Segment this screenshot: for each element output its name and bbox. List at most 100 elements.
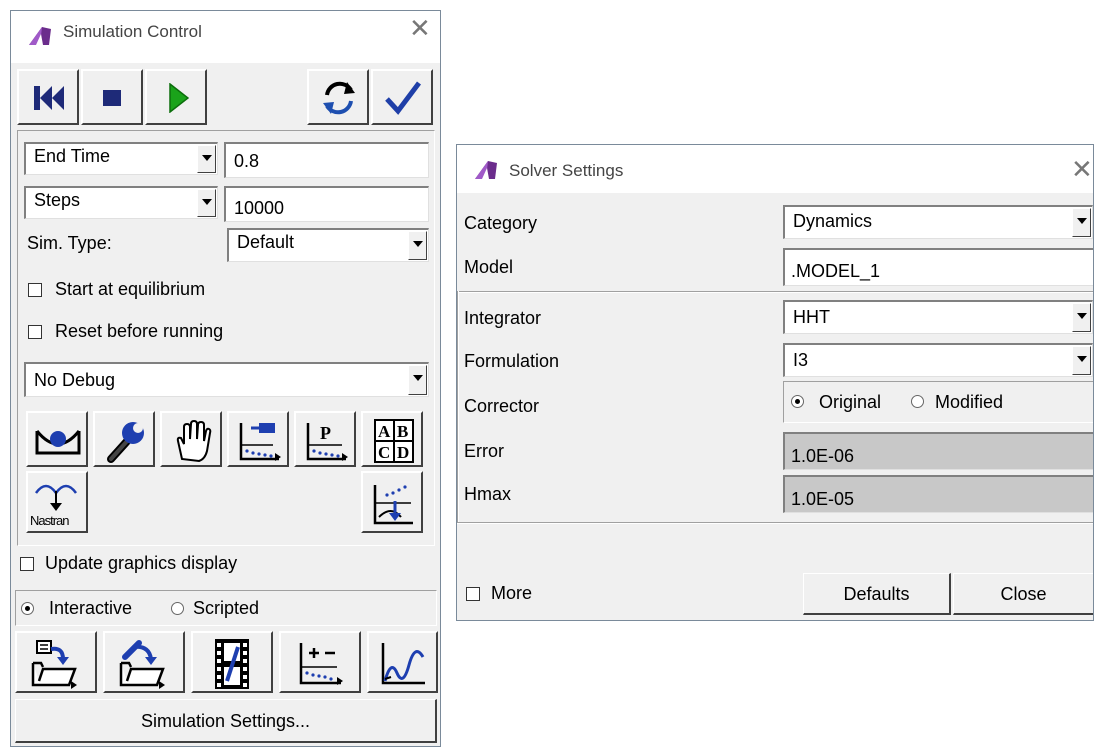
error-label: Error <box>464 441 504 461</box>
edit-script-icon <box>119 640 165 689</box>
sensor-plot-icon <box>239 423 281 461</box>
abcd-table-button[interactable]: A B C D <box>361 411 423 467</box>
abcd-letter-d: D <box>397 443 409 462</box>
sim-type-select[interactable]: Default <box>227 228 429 262</box>
measures-plot-button[interactable] <box>279 631 361 693</box>
play-button[interactable] <box>145 69 207 125</box>
reset-before-checkbox[interactable] <box>28 325 42 339</box>
interactive-radio[interactable] <box>21 602 34 615</box>
category-select[interactable]: Dynamics <box>783 205 1093 239</box>
model-label: Model <box>464 257 514 277</box>
corrector-modified-label[interactable]: Modified <box>935 392 1003 413</box>
postprocessor-plot-button[interactable] <box>367 631 438 693</box>
hmax-input[interactable]: 1.0E-05 <box>783 475 1093 513</box>
nastran-button[interactable]: Nastran <box>26 471 88 533</box>
simulation-settings-button[interactable]: Simulation Settings... <box>15 699 437 743</box>
integrator-select[interactable]: HHT <box>783 300 1093 334</box>
equilibrium-icon <box>35 430 81 455</box>
corrector-original-label[interactable]: Original <box>819 392 881 413</box>
abcd-letter-b: B <box>397 422 408 441</box>
stop-button[interactable] <box>81 69 143 125</box>
simulation-control-window: Simulation Control ✕ End Time 0.8 Steps … <box>10 10 441 747</box>
chevron-down-icon[interactable] <box>1072 303 1091 332</box>
nastran-icon <box>34 484 78 511</box>
ok-button[interactable] <box>371 69 433 125</box>
sim-type-label: Sim. Type: <box>27 233 112 253</box>
close-button[interactable]: Close <box>953 573 1093 615</box>
import-script-icon <box>31 640 77 689</box>
more-label[interactable]: More <box>491 583 532 604</box>
play-icon <box>169 83 189 113</box>
reset-icon <box>323 81 355 115</box>
chevron-down-icon[interactable] <box>197 145 216 173</box>
title-bar[interactable]: Simulation Control ✕ <box>11 11 440 63</box>
app-logo-icon <box>475 161 497 179</box>
edit-script-button[interactable] <box>103 631 185 693</box>
category-label: Category <box>464 213 538 233</box>
abcd-letter-c: C <box>378 443 390 462</box>
more-checkbox[interactable] <box>466 587 480 601</box>
update-graphics-checkbox[interactable] <box>20 557 34 571</box>
nastran-label: Nastran <box>30 513 70 528</box>
linear-plot-icon <box>373 485 413 525</box>
end-time-input[interactable]: 0.8 <box>224 142 429 178</box>
integrator-label: Integrator <box>464 308 542 328</box>
hand-icon <box>176 419 212 463</box>
parameter-plot-button[interactable]: P <box>294 411 356 467</box>
chevron-down-icon[interactable] <box>1072 346 1091 375</box>
equilibrium-button[interactable] <box>26 411 88 467</box>
animation-film-icon <box>215 639 249 689</box>
stop-icon <box>103 90 121 106</box>
chevron-down-icon[interactable] <box>408 231 427 260</box>
model-input[interactable]: .MODEL_1 <box>783 248 1093 286</box>
abcd-letter-a: A <box>378 422 391 441</box>
start-equilibrium-label[interactable]: Start at equilibrium <box>55 279 205 300</box>
interactive-label[interactable]: Interactive <box>49 598 132 619</box>
formulation-label: Formulation <box>464 351 560 371</box>
measures-plot-icon <box>299 643 343 685</box>
window-title: Solver Settings <box>509 161 624 180</box>
defaults-button[interactable]: Defaults <box>803 573 951 615</box>
wrench-button[interactable] <box>93 411 155 467</box>
start-equilibrium-checkbox[interactable] <box>28 283 42 297</box>
close-icon[interactable]: ✕ <box>1071 157 1093 183</box>
reset-button[interactable] <box>307 69 369 125</box>
chevron-down-icon[interactable] <box>408 365 427 395</box>
animation-button[interactable] <box>191 631 273 693</box>
end-time-select[interactable]: End Time <box>24 142 218 175</box>
scripted-radio[interactable] <box>171 602 184 615</box>
wrench-icon <box>107 422 144 463</box>
sensor-plot-button[interactable] <box>227 411 289 467</box>
debug-select[interactable]: No Debug <box>24 362 429 397</box>
divider-left <box>457 291 459 523</box>
update-graphics-label[interactable]: Update graphics display <box>45 553 237 574</box>
corrector-original-radio[interactable] <box>791 395 804 408</box>
import-script-button[interactable] <box>15 631 97 693</box>
formulation-select[interactable]: I3 <box>783 343 1093 377</box>
reset-before-label[interactable]: Reset before running <box>55 321 223 342</box>
rewind-icon <box>34 86 64 110</box>
corrector-label: Corrector <box>464 396 540 416</box>
scripted-label[interactable]: Scripted <box>193 598 259 619</box>
corrector-modified-radio[interactable] <box>911 395 924 408</box>
abcd-table-icon: A B C D <box>374 419 414 463</box>
chevron-down-icon[interactable] <box>197 189 216 217</box>
error-input[interactable]: 1.0E-06 <box>783 432 1093 470</box>
app-logo-icon <box>29 27 51 45</box>
linear-plot-button[interactable] <box>361 471 423 533</box>
divider-top <box>457 291 1093 293</box>
steps-input[interactable]: 10000 <box>224 186 429 222</box>
postprocessor-plot-icon <box>381 643 425 685</box>
title-bar[interactable]: Solver Settings ✕ <box>457 145 1093 193</box>
hand-button[interactable] <box>160 411 222 467</box>
rewind-button[interactable] <box>17 69 79 125</box>
chevron-down-icon[interactable] <box>1072 208 1091 237</box>
close-icon[interactable]: ✕ <box>409 16 431 42</box>
hmax-label: Hmax <box>464 484 512 504</box>
parameter-letter: P <box>320 423 331 443</box>
divider-bottom <box>457 522 1093 524</box>
steps-select[interactable]: Steps <box>24 186 218 219</box>
window-title: Simulation Control <box>63 22 202 41</box>
parameter-plot-icon: P <box>306 423 348 461</box>
solver-settings-window: Solver Settings ✕ Category Dynamics Mode… <box>456 144 1094 621</box>
